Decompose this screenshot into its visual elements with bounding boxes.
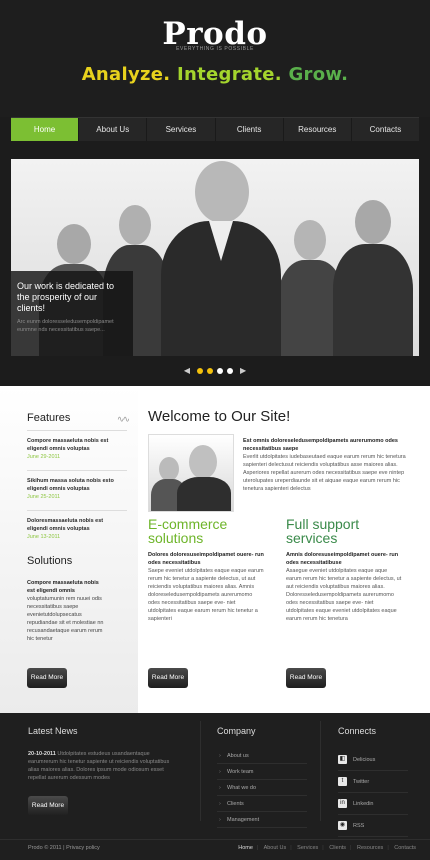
nav-item-about-us[interactable]: About Us xyxy=(79,118,148,141)
feature-item-title[interactable]: Sikihum massa soluta nobis esto eligendi… xyxy=(27,477,122,493)
connect-twitter[interactable]: t Twitter xyxy=(338,771,408,793)
hero-caption-title: Our work is dedicated to the prosperity … xyxy=(17,281,115,313)
divider xyxy=(27,510,127,511)
welcome-text: Est omnis doloreseledusempoldipamets aur… xyxy=(243,437,412,493)
copyright: Prodo © 2011 | Privacy policy xyxy=(28,845,100,851)
site-footer: Latest News 20-10-2011 Utdolpitates estu… xyxy=(0,713,430,860)
nav-item-home[interactable]: Home xyxy=(11,118,80,141)
footer-nav-clients[interactable]: Clients xyxy=(329,845,346,851)
linkedin-icon: in xyxy=(338,799,347,808)
twitter-icon: t xyxy=(338,777,347,786)
connects-title: Connects xyxy=(338,726,377,736)
hero-slider[interactable]: Our work is dedicated to the prosperity … xyxy=(11,159,419,356)
latest-news-title: Latest News xyxy=(28,726,78,736)
connect-linkedin[interactable]: in Linkedin xyxy=(338,793,408,815)
slider-dot-3[interactable] xyxy=(217,367,223,374)
feature-item[interactable]: Sikihum massa soluta nobis esto eligendi… xyxy=(27,477,122,501)
support-text: Amnis doloresuseimpoldipamet ouere- run … xyxy=(286,552,402,622)
solutions-read-more-button[interactable]: Read More xyxy=(27,668,67,688)
delicious-icon: ◧ xyxy=(338,755,347,764)
ecommerce-column: E-commerce solutions Dolores doloresuseim… xyxy=(148,517,265,623)
ecommerce-title: E-commerce solutions xyxy=(148,516,228,546)
support-title: Full support services xyxy=(286,516,360,546)
feature-item-date: June 13-2011 xyxy=(27,534,61,540)
company-links: Company About us Work team What we do Cl… xyxy=(217,726,307,828)
footer-link-about-us[interactable]: About us xyxy=(217,748,307,764)
footer-nav-about-us[interactable]: About Us xyxy=(264,845,287,851)
nav-item-contacts[interactable]: Contacts xyxy=(352,118,419,141)
ecommerce-read-more-button[interactable]: Read More xyxy=(148,668,188,688)
welcome-title: Welcome to Our Site! xyxy=(148,408,291,425)
news-read-more-button[interactable]: Read More xyxy=(28,796,68,816)
content-area: Features ∿∿ Compore massaeluta nobis est… xyxy=(0,386,430,713)
footer-link-what-we-do[interactable]: What we do xyxy=(217,780,307,796)
feature-item[interactable]: Doloresmassaeluta nobis est eligendi omn… xyxy=(27,517,122,541)
slider-dot-1[interactable] xyxy=(197,367,203,374)
welcome-body: Everlit utdolpitates iudebaseutaed eaque… xyxy=(243,454,406,492)
slider-prev-icon[interactable]: ◀ xyxy=(184,366,190,375)
company-title: Company xyxy=(217,726,256,736)
welcome-photo xyxy=(148,434,234,512)
site-header: Prodo EVERYTHING IS POSSIBLE Analyze. In… xyxy=(0,0,430,117)
solutions-body: voluptatumunin rem nuuei odis necessitat… xyxy=(27,596,104,642)
sidebar: Features ∿∿ Compore massaeluta nobis est… xyxy=(0,386,138,713)
footer-nav-resources[interactable]: Resources xyxy=(357,845,383,851)
slider-dot-2[interactable] xyxy=(207,367,213,374)
slider-dot-4[interactable] xyxy=(227,367,233,374)
divider xyxy=(27,470,127,471)
feature-item-date: June 25-2011 xyxy=(27,494,61,500)
tagline-integrate: Integrate. xyxy=(176,64,282,85)
divider xyxy=(27,430,127,431)
nav-item-resources[interactable]: Resources xyxy=(284,118,352,141)
footer-link-work-team[interactable]: Work team xyxy=(217,764,307,780)
feature-item[interactable]: Compore massaeluta nobis est eligendi om… xyxy=(27,437,122,461)
footer-bottom-bar: Prodo © 2011 | Privacy policy Home | Abou… xyxy=(0,839,430,860)
feature-item-date: June 29-2011 xyxy=(27,454,61,460)
tagline-grow: Grow. xyxy=(288,64,349,85)
tagline: Analyze. Integrate. Grow. xyxy=(0,64,430,85)
divider xyxy=(320,721,321,821)
latest-news: Latest News 20-10-2011 Utdolpitates estu… xyxy=(28,726,178,816)
footer-nav-contacts[interactable]: Contacts xyxy=(394,845,416,851)
support-read-more-button[interactable]: Read More xyxy=(286,668,326,688)
hero-caption: Our work is dedicated to the prosperity … xyxy=(11,271,133,356)
slider-pagination: ◀ ▶ xyxy=(0,366,430,375)
solutions-text: Compore massaeluta nobis est eligendi om… xyxy=(27,579,107,643)
support-column: Full support services Amnis doloresuseimp… xyxy=(286,517,403,623)
footer-nav-home[interactable]: Home xyxy=(238,845,253,851)
logo-subtitle: EVERYTHING IS POSSIBLE xyxy=(176,46,254,52)
connect-delicious[interactable]: ◧ Delicious xyxy=(338,749,408,771)
hero-caption-text: Arc eunm doloresseledusempoldipamet eunm… xyxy=(17,319,114,333)
feature-item-title[interactable]: Compore massaeluta nobis est eligendi om… xyxy=(27,437,122,453)
footer-nav-services[interactable]: Services xyxy=(297,845,318,851)
feature-item-title[interactable]: Doloresmassaeluta nobis est eligendi omn… xyxy=(27,517,122,533)
footer-link-management[interactable]: Management xyxy=(217,812,307,828)
solutions-lead: Compore massaeluta nobis est eligendi om… xyxy=(27,580,99,594)
connect-rss[interactable]: ◉ RSS xyxy=(338,815,408,837)
latest-news-text: 20-10-2011 Utdolpitates estudeus usandae… xyxy=(28,751,170,781)
footer-nav: Home | About Us | Services | Clients | Resou… xyxy=(238,845,416,851)
divider xyxy=(200,721,201,821)
slider-next-icon[interactable]: ▶ xyxy=(240,366,246,375)
wave-icon: ∿∿ xyxy=(116,414,130,424)
solutions-title: Solutions xyxy=(27,555,73,567)
footer-link-clients[interactable]: Clients xyxy=(217,796,307,812)
nav-item-clients[interactable]: Clients xyxy=(216,118,284,141)
welcome-lead: Est omnis doloreseledusempoldipamets aur… xyxy=(243,438,398,452)
connects: Connects ◧ Delicious t Twitter in Linkedin … xyxy=(338,726,408,837)
nav-item-services[interactable]: Services xyxy=(147,118,216,141)
rss-icon: ◉ xyxy=(338,821,347,830)
main-nav: Home About Us Services Clients Resources… xyxy=(11,117,419,141)
main-column: Welcome to Our Site! Est omnis doloresel… xyxy=(148,408,412,512)
tagline-analyze: Analyze. xyxy=(81,64,171,85)
ecommerce-text: Dolores doloresuseimpoldipamet ouere- ru… xyxy=(148,552,264,622)
